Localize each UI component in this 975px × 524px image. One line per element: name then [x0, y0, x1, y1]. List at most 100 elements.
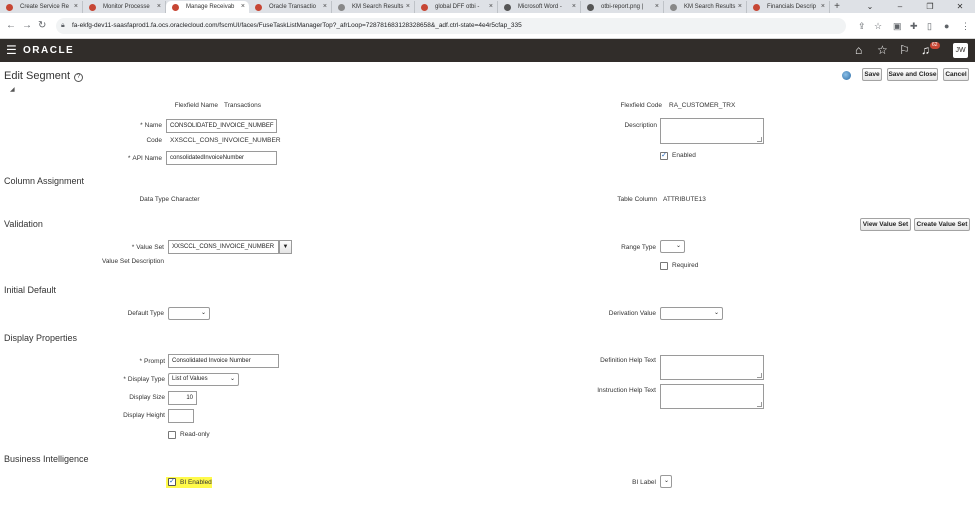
tab-favicon-icon: [255, 4, 262, 11]
close-window-icon[interactable]: ✕: [945, 0, 975, 13]
oracle-logo[interactable]: ORACLE: [23, 45, 74, 56]
display-height-input[interactable]: [168, 409, 194, 423]
cancel-button[interactable]: Cancel: [943, 68, 969, 81]
browser-tab[interactable]: Create Service Re ×: [0, 1, 83, 13]
instruction-help-textarea[interactable]: [660, 384, 764, 409]
prompt-label: * Prompt: [140, 358, 165, 365]
tab-close-icon[interactable]: ×: [655, 1, 659, 13]
value-set-description-label: Value Set Description: [101, 258, 164, 265]
description-label: Description: [624, 122, 657, 129]
tab-close-icon[interactable]: ×: [74, 1, 78, 13]
required-asterisk: *: [123, 376, 126, 383]
menu-dots-icon[interactable]: ⋮: [961, 20, 970, 32]
browser-tab[interactable]: global DFF otbi - ×: [415, 1, 498, 13]
forward-icon[interactable]: →: [22, 20, 32, 32]
tab-close-icon[interactable]: ×: [821, 1, 825, 13]
reload-icon[interactable]: ↻: [38, 20, 46, 32]
new-tab-button[interactable]: +: [830, 1, 844, 13]
prompt-label-text: Prompt: [144, 358, 165, 365]
view-value-set-button[interactable]: View Value Set: [860, 218, 911, 231]
display-type-select[interactable]: List of Values ⌄: [168, 373, 239, 386]
default-type-label: Default Type: [127, 310, 164, 317]
enabled-label: Enabled: [672, 152, 696, 159]
browser-tab[interactable]: Microsoft Word - ×: [498, 1, 581, 13]
sidepanel-icon[interactable]: ▯: [927, 20, 932, 32]
puzzle-icon[interactable]: ✚: [910, 20, 918, 32]
table-column-label: Table Column: [617, 196, 657, 203]
tab-close-icon[interactable]: ×: [241, 1, 245, 13]
read-only-checkbox[interactable]: [168, 431, 176, 439]
tab-close-icon[interactable]: ×: [489, 1, 493, 13]
save-and-close-button[interactable]: Save and Close: [887, 68, 938, 81]
api-name-label-text: API Name: [132, 155, 162, 162]
name-input[interactable]: CONSOLIDATED_INVOICE_NUMBEF: [166, 119, 277, 133]
value-set-input[interactable]: XXSCCL_CONS_INVOICE_NUMBER: [168, 240, 279, 254]
default-type-select[interactable]: ⌄: [168, 307, 210, 320]
bi-label-label: BI Label: [632, 479, 656, 486]
bi-label-select[interactable]: ⌄: [660, 475, 672, 488]
required-asterisk: *: [139, 358, 143, 365]
tab-close-icon[interactable]: ×: [738, 1, 742, 13]
browser-tab[interactable]: KM Search Results ×: [332, 1, 415, 13]
api-name-input[interactable]: consolidatedInvoiceNumber: [166, 151, 277, 165]
tab-label: global DFF otbi -: [435, 4, 480, 10]
favorites-star-icon[interactable]: ☆: [877, 43, 888, 57]
tab-close-icon[interactable]: ×: [323, 1, 327, 13]
page-title: Edit Segment?: [4, 70, 84, 82]
home-icon[interactable]: ⌂: [855, 43, 862, 57]
save-button[interactable]: Save: [862, 68, 882, 81]
bookmark-star-icon[interactable]: ☆: [874, 20, 882, 32]
browser-tab[interactable]: Manage Receivab ×: [166, 1, 249, 13]
prompt-input[interactable]: Consolidated Invoice Number: [168, 354, 279, 368]
code-value: XXSCCL_CONS_INVOICE_NUMBER: [170, 137, 281, 144]
definition-help-textarea[interactable]: [660, 355, 764, 380]
notifications-bell-icon[interactable]: ♫: [921, 43, 930, 57]
watchlist-flag-icon[interactable]: ⚐: [899, 43, 910, 57]
tab-favicon-icon: [172, 4, 179, 11]
chevron-down-icon: ⌄: [229, 376, 235, 382]
tab-favicon-icon: [504, 4, 511, 11]
hamburger-menu-icon[interactable]: ☰: [6, 44, 17, 56]
data-type-value: Character: [171, 196, 200, 203]
required-checkbox[interactable]: [660, 262, 668, 270]
browser-tab[interactable]: otbi-report.png | ×: [581, 1, 664, 13]
collapse-triangle-icon[interactable]: ◢: [10, 86, 15, 93]
enabled-checkbox[interactable]: ✓: [660, 152, 668, 160]
display-size-input[interactable]: 10: [168, 391, 197, 405]
chevron-down-icon[interactable]: ⌄: [855, 0, 885, 13]
range-type-select[interactable]: ⌄: [660, 240, 685, 253]
browser-tab[interactable]: KM Search Results ×: [664, 1, 747, 13]
display-type-value: List of Values: [172, 376, 208, 382]
instruction-help-text-label: Instruction Help Text: [597, 387, 656, 394]
address-bar[interactable]: 🔒︎ fa-ekfg-dev11-saasfaprod1.fa.ocs.orac…: [56, 18, 846, 34]
back-icon[interactable]: ←: [6, 20, 16, 32]
flexfield-code-label: Flexfield Code: [620, 102, 662, 109]
help-icon[interactable]: ?: [74, 73, 84, 82]
required-label: Required: [672, 262, 699, 269]
browser-tab[interactable]: Oracle Transactio ×: [249, 1, 332, 13]
tab-close-icon[interactable]: ×: [406, 1, 410, 13]
extension-icon[interactable]: ▣: [893, 20, 902, 32]
tab-close-icon[interactable]: ×: [572, 1, 576, 13]
value-set-dropdown-icon[interactable]: ▼: [279, 240, 292, 254]
flexfield-name-label: Flexfield Name: [174, 102, 218, 109]
globe-icon[interactable]: [842, 71, 851, 80]
browser-tab[interactable]: Monitor Processe ×: [83, 1, 166, 13]
bi-enabled-checkbox[interactable]: ✓: [168, 478, 176, 486]
browser-tab[interactable]: Financials Descrip ×: [747, 1, 830, 13]
share-icon[interactable]: ⇪: [858, 20, 866, 32]
create-value-set-button[interactable]: Create Value Set: [914, 218, 970, 231]
section-heading-display-properties: Display Properties: [4, 333, 78, 343]
chevron-down-icon: ⌄: [200, 310, 206, 316]
minimize-icon[interactable]: –: [885, 0, 915, 13]
profile-icon[interactable]: ●: [944, 20, 949, 32]
tab-close-icon[interactable]: ×: [157, 1, 161, 13]
tab-favicon-icon: [753, 4, 760, 11]
derivation-value-select[interactable]: ⌄: [660, 307, 723, 320]
table-column-value: ATTRIBUTE13: [663, 196, 706, 203]
page-title-text: Edit Segment: [4, 70, 71, 82]
user-avatar[interactable]: JW: [953, 43, 968, 58]
restore-icon[interactable]: ❐: [915, 0, 945, 13]
description-textarea[interactable]: [660, 118, 764, 144]
tab-label: KM Search Results: [684, 4, 736, 10]
